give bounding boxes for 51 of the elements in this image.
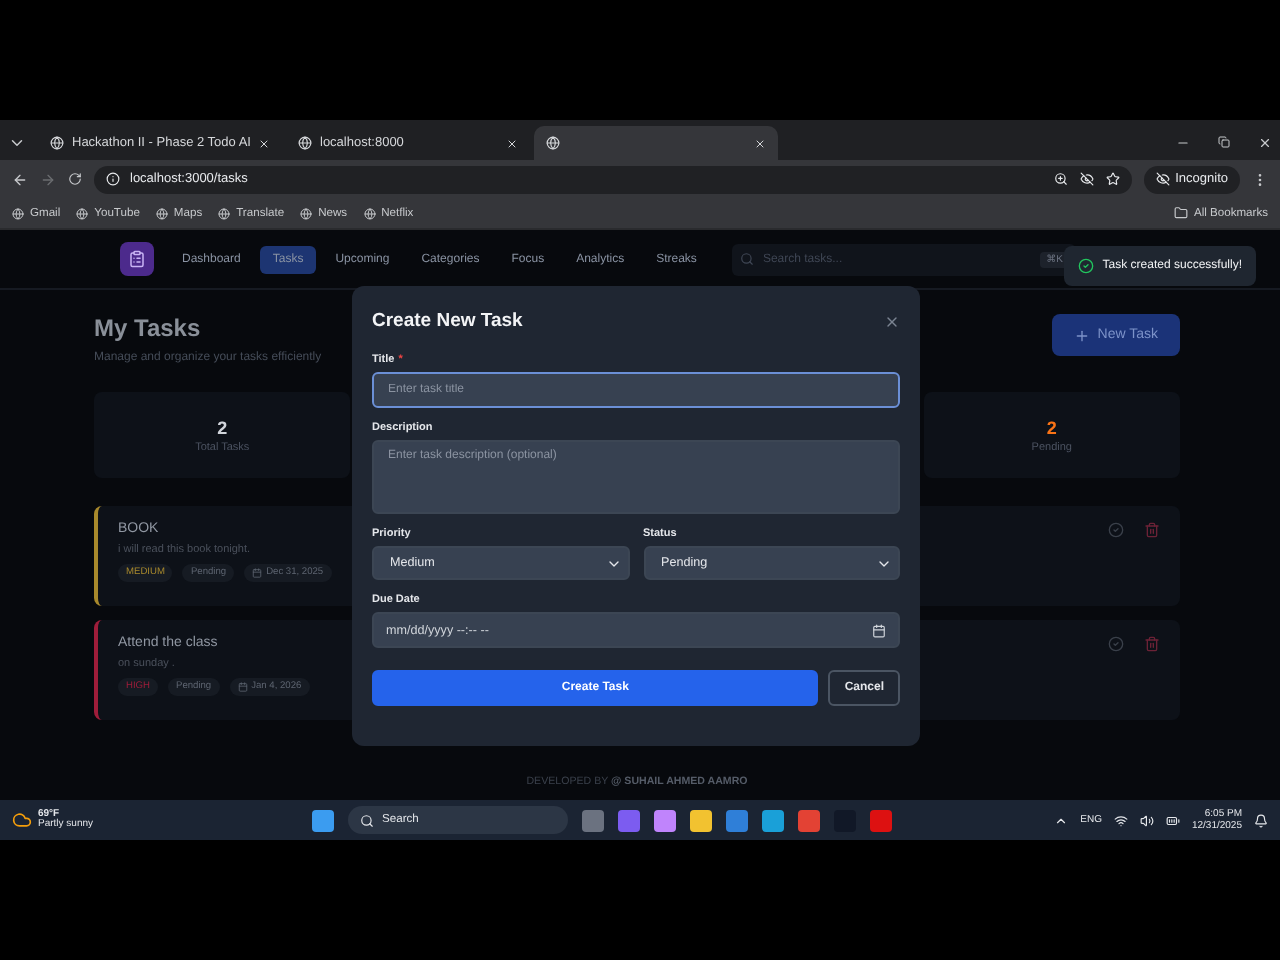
globe-icon xyxy=(363,207,376,219)
tab-menu-icon[interactable] xyxy=(8,134,26,152)
zoom-icon[interactable] xyxy=(1053,172,1068,186)
battery-icon[interactable] xyxy=(1165,813,1180,827)
app-logo[interactable] xyxy=(120,242,154,276)
volume-icon[interactable] xyxy=(1139,813,1154,827)
calendar-icon xyxy=(237,682,248,692)
incognito-icon xyxy=(1155,172,1170,186)
search-icon xyxy=(360,813,374,827)
info-icon xyxy=(106,172,120,186)
notification-icon[interactable] xyxy=(1254,813,1268,827)
globe-icon xyxy=(12,207,24,219)
folder-icon xyxy=(1173,206,1188,220)
search-icon xyxy=(740,252,755,266)
page-title: My Tasks xyxy=(94,314,203,342)
globe-icon xyxy=(546,136,560,150)
stat-value: 2 xyxy=(217,417,228,437)
back-icon[interactable] xyxy=(12,171,28,187)
dialog-title: Create New Task xyxy=(372,310,523,332)
app-icon[interactable] xyxy=(654,809,676,831)
stat-value: 2 xyxy=(1046,417,1057,437)
close-icon[interactable] xyxy=(506,137,518,149)
app-icon[interactable] xyxy=(798,809,820,831)
app-icon[interactable] xyxy=(762,809,784,831)
plus-icon xyxy=(1073,327,1090,343)
close-icon xyxy=(884,313,900,329)
close-button[interactable] xyxy=(884,313,900,329)
eye-off-icon[interactable] xyxy=(1079,172,1094,186)
app-icon[interactable] xyxy=(726,809,748,831)
wifi-icon[interactable] xyxy=(1113,813,1128,827)
restore-icon[interactable] xyxy=(1218,136,1230,148)
clipboard-icon xyxy=(128,250,146,268)
minimize-icon[interactable] xyxy=(1176,136,1190,150)
calendar-icon xyxy=(872,623,886,637)
close-icon[interactable] xyxy=(258,137,270,149)
start-icon[interactable] xyxy=(312,809,334,831)
globe-icon xyxy=(218,207,231,219)
globe-icon xyxy=(298,136,312,150)
weather-icon[interactable] xyxy=(12,810,32,830)
tray-icon[interactable] xyxy=(1054,813,1069,827)
star-icon[interactable] xyxy=(1105,172,1120,186)
close-icon[interactable] xyxy=(1258,136,1272,150)
calendar-icon xyxy=(252,568,263,578)
app-icon[interactable] xyxy=(690,809,712,831)
globe-icon xyxy=(50,136,64,150)
globe-icon xyxy=(300,207,313,219)
close-icon[interactable] xyxy=(754,137,766,149)
globe-icon xyxy=(76,207,89,219)
check-icon xyxy=(1078,258,1095,274)
globe-icon xyxy=(155,207,168,219)
reload-icon[interactable] xyxy=(68,172,82,186)
